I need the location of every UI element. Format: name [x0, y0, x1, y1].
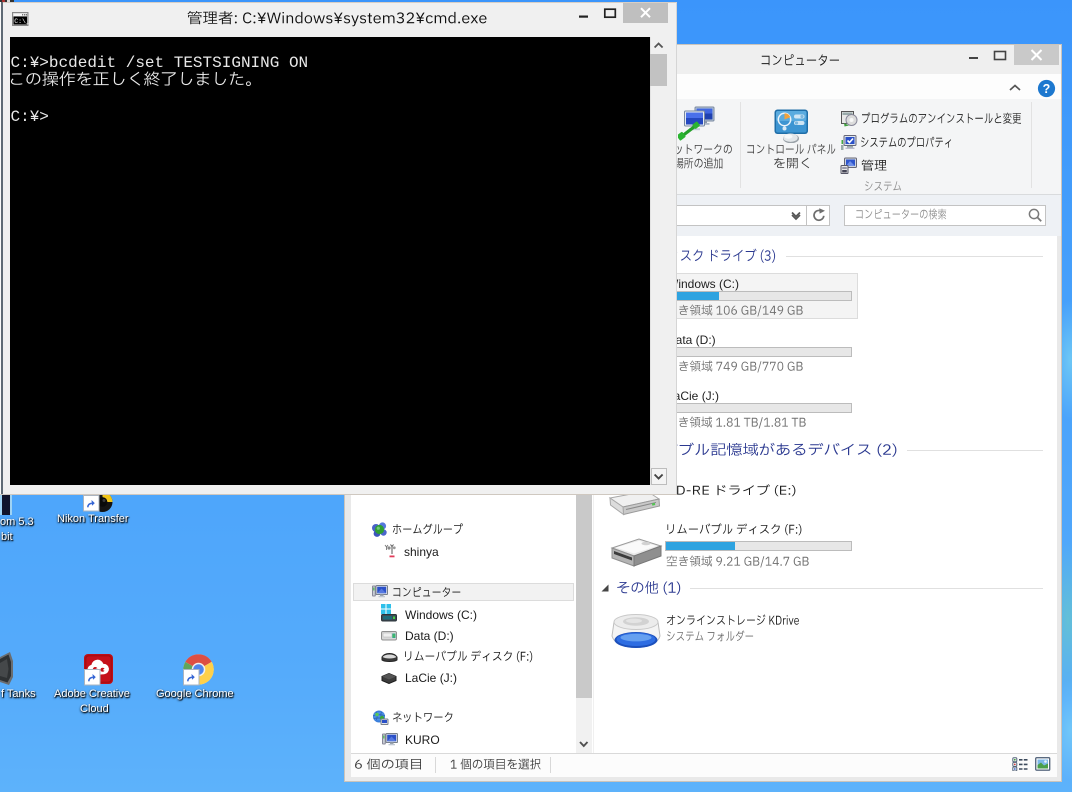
svg-text:C:\_: C:\_: [14, 18, 29, 25]
svg-text:?: ?: [1043, 82, 1051, 96]
